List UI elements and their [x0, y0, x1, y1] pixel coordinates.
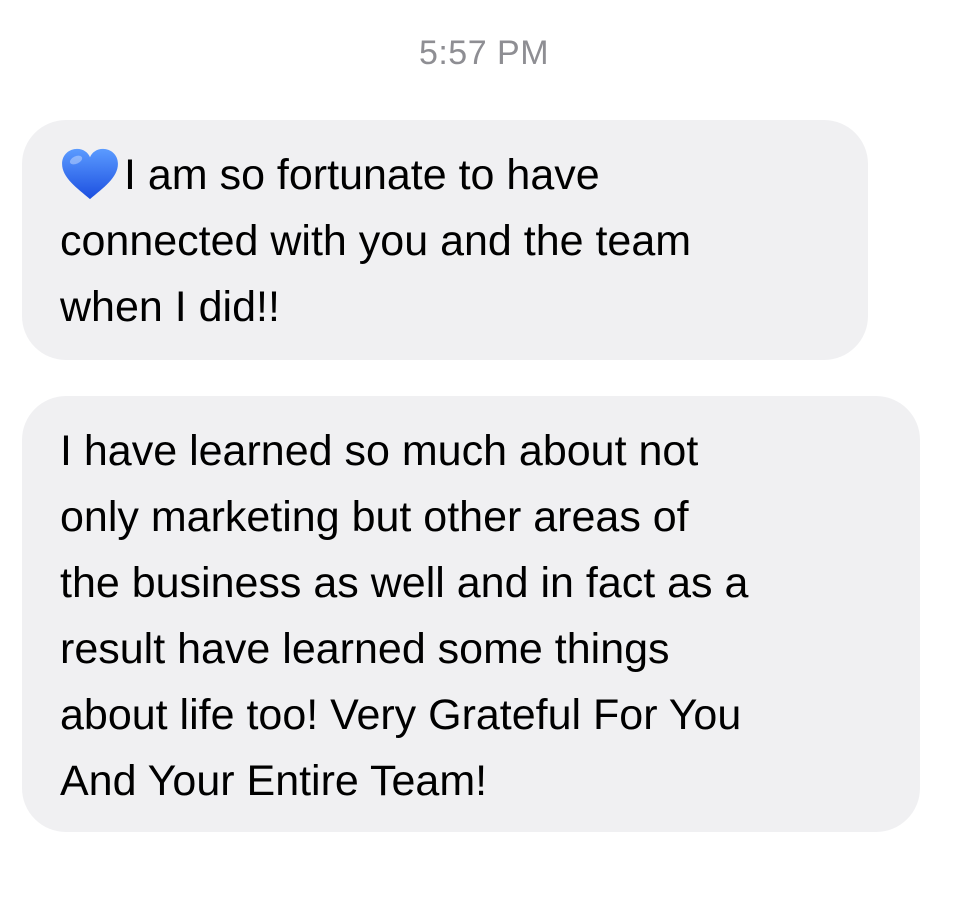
message-line: I have learned so much about not: [60, 427, 699, 475]
message-line: only marketing but other areas of: [60, 493, 689, 541]
message-line: I am so fortunate to have: [60, 142, 838, 208]
message-bubble[interactable]: I am so fortunate to have connected with…: [22, 120, 868, 360]
message-line: connected with you and the team: [60, 217, 692, 265]
message-line: And Your Entire Team!: [60, 757, 488, 805]
message-line: the business as well and in fact as a: [60, 559, 749, 607]
message-bubble[interactable]: I have learned so much about not only ma…: [22, 396, 920, 832]
message-line: about life too! Very Grateful For You: [60, 691, 742, 739]
blue-heart-icon: [62, 148, 118, 200]
message-timestamp: 5:57 PM: [418, 34, 550, 72]
message-line: result have learned some things: [60, 625, 670, 673]
message-line: when I did!!: [60, 283, 280, 331]
